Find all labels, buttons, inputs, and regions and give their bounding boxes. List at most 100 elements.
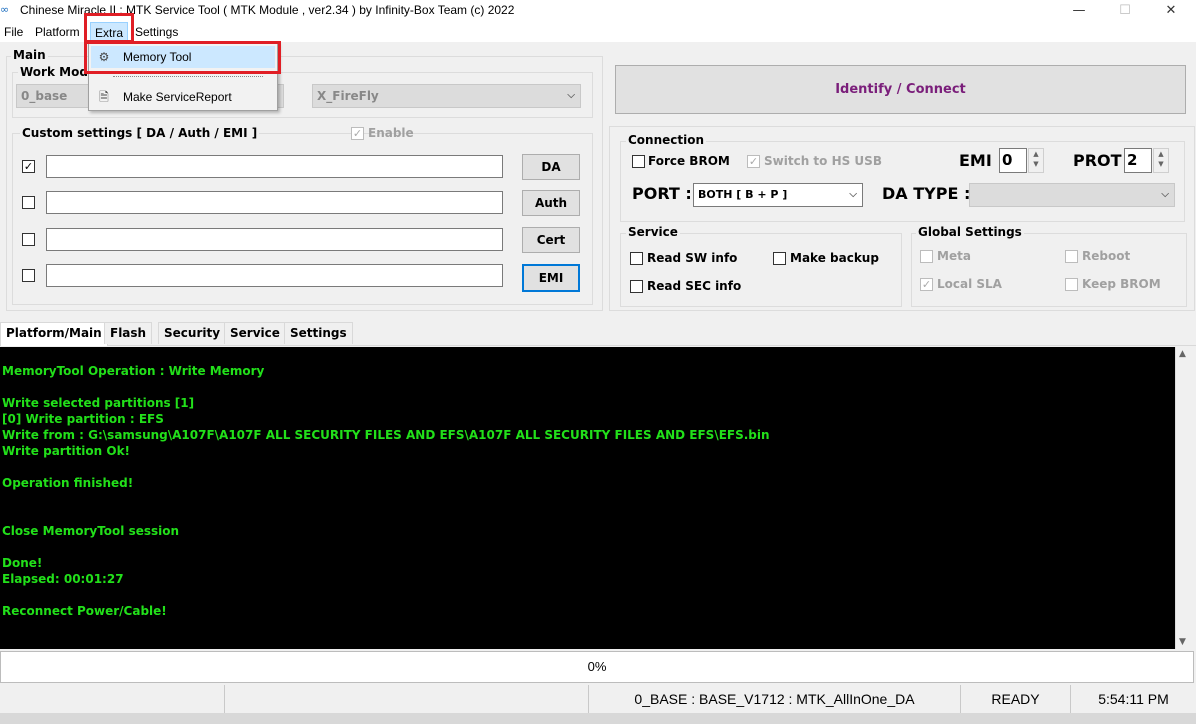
status-cell-empty-2: [224, 685, 588, 713]
force-brom-label: Force BROM: [648, 154, 730, 168]
emi-checkbox[interactable]: [22, 269, 35, 282]
log-line: Write partition Ok!: [2, 444, 131, 458]
global-settings-label: Global Settings: [916, 225, 1024, 239]
meta-checkbox[interactable]: [920, 250, 933, 263]
enable-checkbox[interactable]: ✓: [351, 127, 364, 140]
status-state: READY: [960, 685, 1070, 713]
menu-item-make-service-report-label: Make ServiceReport: [123, 90, 232, 104]
emi-button[interactable]: EMI: [522, 264, 580, 292]
scroll-down-icon[interactable]: ▼: [1179, 637, 1186, 647]
make-backup-label: Make backup: [790, 251, 879, 265]
da-type-select[interactable]: ⌵: [969, 183, 1175, 207]
custom-settings-label: Custom settings [ DA / Auth / EMI ]: [20, 126, 260, 140]
cert-file-input[interactable]: [46, 228, 503, 251]
read-sec-info-checkbox[interactable]: [630, 280, 643, 293]
platform-value: X_FireFly: [317, 89, 379, 103]
auth-checkbox[interactable]: [22, 196, 35, 209]
menu-bar: File Platform Extra Settings: [0, 22, 1196, 42]
tab-security[interactable]: Security: [158, 322, 227, 344]
read-sw-info-checkbox[interactable]: [630, 252, 643, 265]
progress-text: 0%: [587, 659, 607, 674]
title-bar: ∞ Chinese Miracle II : MTK Service Tool …: [0, 0, 1196, 22]
minimize-button[interactable]: —: [1056, 0, 1102, 22]
keep-brom-checkbox[interactable]: [1065, 278, 1078, 291]
force-brom-checkbox[interactable]: [632, 155, 645, 168]
emi-label: EMI :: [959, 151, 1004, 170]
memory-tool-highlight-box: [84, 41, 281, 74]
prot-spinbox[interactable]: 2: [1124, 148, 1152, 173]
chevron-down-icon: ⌵: [849, 189, 857, 200]
enable-label: Enable: [368, 126, 414, 140]
cert-checkbox[interactable]: [22, 233, 35, 246]
tab-settings[interactable]: Settings: [284, 322, 353, 344]
global-settings-group: [911, 233, 1187, 307]
tab-flash[interactable]: Flash: [104, 322, 153, 344]
tab-service[interactable]: Service: [224, 322, 286, 344]
emi-spinbox[interactable]: 0: [999, 148, 1027, 173]
connection-label: Connection: [626, 133, 707, 147]
close-button[interactable]: ✕: [1148, 0, 1194, 22]
status-info: 0_BASE : BASE_V1712 : MTK_AllInOne_DA: [588, 685, 960, 713]
app-logo-icon: ∞: [0, 3, 10, 16]
maximize-button[interactable]: ☐: [1102, 0, 1148, 22]
log-line: [0] Write partition : EFS: [2, 412, 164, 426]
da-type-label: DA TYPE :: [882, 184, 971, 203]
meta-label: Meta: [937, 249, 971, 263]
log-line: Reconnect Power/Cable!: [2, 604, 167, 618]
auth-file-input[interactable]: [46, 191, 503, 214]
prot-label: PROT: [1073, 151, 1122, 170]
keep-brom-label: Keep BROM: [1082, 277, 1161, 291]
extra-menu-highlight-box: [84, 13, 134, 43]
menu-settings[interactable]: Settings: [131, 22, 182, 42]
da-file-input[interactable]: [46, 155, 503, 178]
platform-select[interactable]: X_FireFly ⌵: [312, 84, 581, 108]
prot-spin-buttons[interactable]: ▲ ▼: [1153, 148, 1169, 173]
progress-bar: 0%: [0, 651, 1194, 683]
emi-file-input[interactable]: [46, 264, 503, 287]
menu-platform[interactable]: Platform: [31, 22, 84, 42]
status-cell-empty: [0, 685, 224, 713]
report-icon: 🗎: [99, 90, 109, 104]
tab-platform-main[interactable]: Platform/Main: [0, 322, 108, 346]
work-mode-value: 0_base: [21, 89, 68, 103]
make-backup-checkbox[interactable]: [773, 252, 786, 265]
chevron-down-icon: ⌵: [567, 90, 575, 101]
local-sla-label: Local SLA: [937, 277, 1002, 291]
log-line: Write selected partitions [1]: [2, 396, 195, 410]
reboot-label: Reboot: [1082, 249, 1131, 263]
menu-file[interactable]: File: [0, 22, 27, 42]
scroll-up-icon[interactable]: ▲: [1179, 349, 1186, 359]
port-select[interactable]: BOTH [ B + P ] ⌵: [693, 183, 863, 207]
auth-button[interactable]: Auth: [522, 190, 580, 216]
status-bar: 0_BASE : BASE_V1712 : MTK_AllInOne_DA RE…: [0, 685, 1196, 713]
da-button[interactable]: DA: [522, 154, 580, 180]
local-sla-checkbox[interactable]: ✓: [920, 278, 933, 291]
read-sw-info-label: Read SW info: [647, 251, 738, 265]
background-strip: [0, 713, 1196, 724]
log-line: MemoryTool Operation : Write Memory: [2, 364, 265, 378]
service-label: Service: [626, 225, 680, 239]
port-value: BOTH [ B + P ]: [698, 188, 788, 201]
console-scrollbar[interactable]: ▲ ▼: [1175, 347, 1194, 649]
log-line: Operation finished!: [2, 476, 134, 490]
status-time: 5:54:11 PM: [1070, 685, 1196, 713]
log-console[interactable]: MemoryTool Operation : Write Memory Writ…: [0, 347, 1175, 649]
emi-spin-buttons[interactable]: ▲ ▼: [1028, 148, 1044, 173]
log-line: Done!: [2, 556, 43, 570]
reboot-checkbox[interactable]: [1065, 250, 1078, 263]
port-label: PORT :: [632, 184, 692, 203]
main-group-label: Main: [11, 48, 48, 62]
log-line: Close MemoryTool session: [2, 524, 180, 538]
read-sec-info-label: Read SEC info: [647, 279, 742, 293]
log-line: Elapsed: 00:01:27: [2, 572, 124, 586]
menu-separator: [113, 76, 263, 77]
service-group: [620, 233, 902, 307]
cert-button[interactable]: Cert: [522, 227, 580, 253]
identify-connect-button[interactable]: Identify / Connect: [615, 65, 1186, 114]
switch-hs-usb-label: Switch to HS USB: [764, 154, 882, 168]
switch-hs-usb-checkbox[interactable]: ✓: [747, 155, 760, 168]
da-checkbox[interactable]: ✓: [22, 160, 35, 173]
tab-strip-divider: [0, 345, 1196, 346]
menu-item-make-service-report[interactable]: 🗎 Make ServiceReport: [91, 86, 275, 108]
chevron-down-icon: ⌵: [1161, 189, 1169, 200]
